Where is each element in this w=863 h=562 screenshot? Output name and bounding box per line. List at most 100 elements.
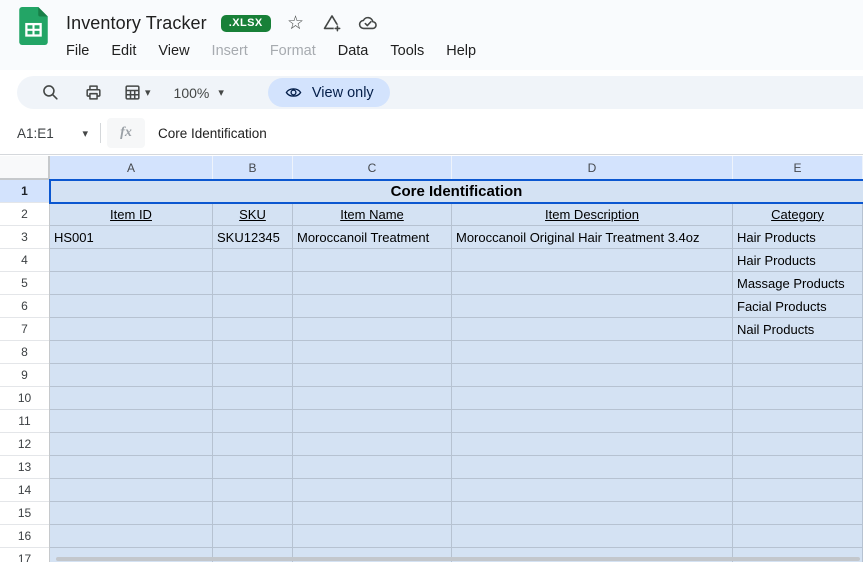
cell-A1-merged-title[interactable]: Core Identification — [50, 180, 863, 203]
view-only-badge[interactable]: View only — [268, 78, 390, 107]
zoom-control[interactable]: 100% ▾ — [174, 85, 224, 101]
cell-A11[interactable] — [50, 410, 213, 433]
column-header-D[interactable]: D — [452, 156, 733, 180]
document-title[interactable]: Inventory Tracker — [66, 13, 207, 34]
cell-B10[interactable] — [213, 387, 293, 410]
cell-B4[interactable] — [213, 249, 293, 272]
cell-C13[interactable] — [293, 456, 452, 479]
cell-C9[interactable] — [293, 364, 452, 387]
cell-C8[interactable] — [293, 341, 452, 364]
cell-D5[interactable] — [452, 272, 733, 295]
cell-A2[interactable]: Item ID — [50, 203, 213, 226]
cell-B7[interactable] — [213, 318, 293, 341]
row-header-13[interactable]: 13 — [0, 456, 49, 479]
cell-A3[interactable]: HS001 — [50, 226, 213, 249]
cell-B6[interactable] — [213, 295, 293, 318]
cell-E7[interactable]: Nail Products — [733, 318, 863, 341]
cell-A15[interactable] — [50, 502, 213, 525]
row-header-1[interactable]: 1 — [0, 180, 49, 203]
cell-D4[interactable] — [452, 249, 733, 272]
cell-B13[interactable] — [213, 456, 293, 479]
cell-B3[interactable]: SKU12345 — [213, 226, 293, 249]
cell-E8[interactable] — [733, 341, 863, 364]
cell-C12[interactable] — [293, 433, 452, 456]
row-header-16[interactable]: 16 — [0, 525, 49, 548]
cell-E6[interactable]: Facial Products — [733, 295, 863, 318]
cell-B15[interactable] — [213, 502, 293, 525]
cell-B9[interactable] — [213, 364, 293, 387]
cell-D14[interactable] — [452, 479, 733, 502]
row-header-10[interactable]: 10 — [0, 387, 49, 410]
column-header-B[interactable]: B — [213, 156, 293, 180]
menu-file[interactable]: File — [66, 40, 100, 62]
cell-A14[interactable] — [50, 479, 213, 502]
cell-E2[interactable]: Category — [733, 203, 863, 226]
cell-E14[interactable] — [733, 479, 863, 502]
sheets-logo-icon[interactable] — [0, 0, 66, 45]
cell-D15[interactable] — [452, 502, 733, 525]
cell-D9[interactable] — [452, 364, 733, 387]
column-header-E[interactable]: E — [733, 156, 863, 180]
cell-C15[interactable] — [293, 502, 452, 525]
cell-D2[interactable]: Item Description — [452, 203, 733, 226]
cell-C2[interactable]: Item Name — [293, 203, 452, 226]
cell-D11[interactable] — [452, 410, 733, 433]
menu-data[interactable]: Data — [327, 40, 380, 62]
cell-E10[interactable] — [733, 387, 863, 410]
cell-B11[interactable] — [213, 410, 293, 433]
cell-C6[interactable] — [293, 295, 452, 318]
format-table-icon[interactable]: ▾ — [123, 80, 151, 106]
column-header-C[interactable]: C — [293, 156, 452, 180]
cell-A13[interactable] — [50, 456, 213, 479]
cell-D16[interactable] — [452, 525, 733, 548]
cell-E4[interactable]: Hair Products — [733, 249, 863, 272]
search-icon[interactable] — [37, 80, 63, 106]
row-header-12[interactable]: 12 — [0, 433, 49, 456]
cell-D7[interactable] — [452, 318, 733, 341]
row-header-4[interactable]: 4 — [0, 249, 49, 272]
row-header-7[interactable]: 7 — [0, 318, 49, 341]
column-header-A[interactable]: A — [50, 156, 213, 180]
row-header-8[interactable]: 8 — [0, 341, 49, 364]
row-header-5[interactable]: 5 — [0, 272, 49, 295]
cell-C7[interactable] — [293, 318, 452, 341]
cell-B8[interactable] — [213, 341, 293, 364]
menu-view[interactable]: View — [147, 40, 200, 62]
cell-E16[interactable] — [733, 525, 863, 548]
row-header-6[interactable]: 6 — [0, 295, 49, 318]
row-header-14[interactable]: 14 — [0, 479, 49, 502]
cell-C3[interactable]: Moroccanoil Treatment — [293, 226, 452, 249]
formula-input[interactable]: Core Identification — [158, 126, 863, 141]
cell-B12[interactable] — [213, 433, 293, 456]
cloud-status-icon[interactable] — [357, 12, 379, 34]
cell-E3[interactable]: Hair Products — [733, 226, 863, 249]
cell-A4[interactable] — [50, 249, 213, 272]
menu-tools[interactable]: Tools — [379, 40, 435, 62]
row-header-2[interactable]: 2 — [0, 203, 49, 226]
name-box[interactable]: A1:E1 ▾ — [0, 126, 96, 141]
print-icon[interactable] — [80, 80, 106, 106]
cell-A16[interactable] — [50, 525, 213, 548]
cell-E15[interactable] — [733, 502, 863, 525]
cell-B2[interactable]: SKU — [213, 203, 293, 226]
cell-E5[interactable]: Massage Products — [733, 272, 863, 295]
cell-C14[interactable] — [293, 479, 452, 502]
cell-A5[interactable] — [50, 272, 213, 295]
row-header-11[interactable]: 11 — [0, 410, 49, 433]
cell-C16[interactable] — [293, 525, 452, 548]
select-all-corner[interactable] — [0, 156, 50, 180]
menu-help[interactable]: Help — [435, 40, 487, 62]
cell-A8[interactable] — [50, 341, 213, 364]
cell-D13[interactable] — [452, 456, 733, 479]
row-header-15[interactable]: 15 — [0, 502, 49, 525]
cell-E11[interactable] — [733, 410, 863, 433]
cell-D10[interactable] — [452, 387, 733, 410]
cell-C11[interactable] — [293, 410, 452, 433]
cell-B14[interactable] — [213, 479, 293, 502]
cell-B5[interactable] — [213, 272, 293, 295]
star-icon[interactable]: ☆ — [285, 12, 307, 34]
cell-A6[interactable] — [50, 295, 213, 318]
cell-D8[interactable] — [452, 341, 733, 364]
cell-C5[interactable] — [293, 272, 452, 295]
cell-D12[interactable] — [452, 433, 733, 456]
